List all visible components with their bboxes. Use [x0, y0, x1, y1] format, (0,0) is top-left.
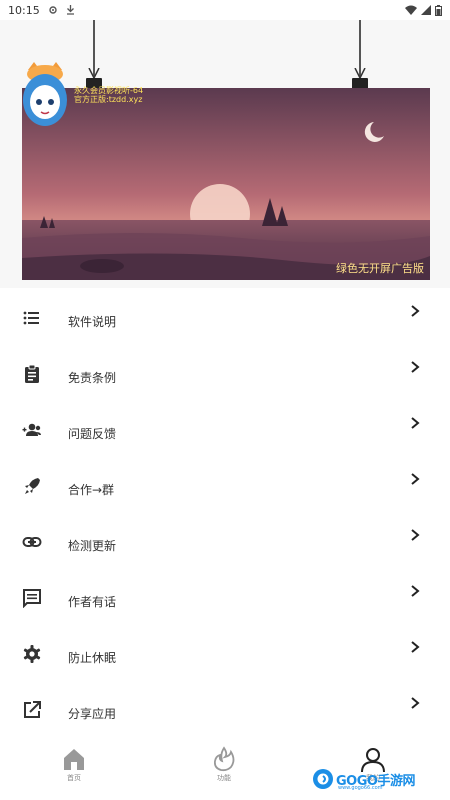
chevron-right-icon	[410, 584, 420, 598]
nav-label: 首页	[67, 774, 81, 782]
battery-icon	[435, 4, 442, 16]
nav-label: 功能	[217, 774, 231, 782]
menu-item-label: 免责条例	[68, 370, 117, 385]
status-time: 10:15	[8, 3, 40, 17]
menu-item-label: 分享应用	[68, 706, 117, 721]
menu-item-label: 作者有话	[68, 594, 117, 609]
menu-item-label: 合作→群	[68, 482, 115, 497]
nav-features[interactable]: 功能	[194, 746, 254, 790]
flame-icon	[211, 746, 237, 772]
nav-home[interactable]: 首页	[44, 746, 104, 790]
chevron-right-icon	[410, 472, 420, 486]
menu-item-label: 检测更新	[68, 538, 117, 553]
sunset-illustration	[22, 88, 430, 280]
chevron-right-icon	[410, 360, 420, 374]
wifi-icon	[405, 5, 417, 15]
mascot-avatar-icon	[20, 60, 70, 132]
menu-item-check-update[interactable]: 检测更新	[0, 514, 450, 570]
chevron-right-icon	[410, 528, 420, 542]
menu-item-author-notes[interactable]: 作者有话	[0, 570, 450, 626]
watermark-url: www.gogo66.com	[338, 785, 383, 791]
chevron-right-icon	[410, 416, 420, 430]
chevron-right-icon	[410, 640, 420, 654]
chevron-right-icon	[410, 304, 420, 318]
menu-item-prevent-sleep[interactable]: 防止休眠	[0, 626, 450, 682]
menu-item-label: 防止休眠	[68, 650, 117, 665]
menu-item-label: 问题反馈	[68, 426, 117, 441]
menu-item-feedback[interactable]: 问题反馈	[0, 402, 450, 458]
mascot-caption: 永久会员影视听-64 官方正版:tzdd.xyz	[74, 86, 143, 104]
site-watermark: GOGO手游网 www.gogo66.com	[312, 768, 432, 792]
banner-poster[interactable]: 绿色无开屏广告版	[22, 88, 430, 280]
settings-menu: 软件说明 免责条例 问题反馈 合作→群 检测更新 作者有话 防止休眠 分享应用	[0, 290, 450, 738]
signal-icon	[421, 5, 431, 15]
menu-item-join-group[interactable]: 合作→群	[0, 458, 450, 514]
share-external-icon	[22, 700, 42, 720]
link-icon	[22, 532, 42, 552]
menu-item-label: 软件说明	[68, 314, 117, 329]
download-status-icon	[66, 5, 75, 15]
clipboard-icon	[22, 364, 42, 384]
mascot-caption-line2: 官方正版:tzdd.xyz	[74, 95, 143, 104]
chevron-right-icon	[410, 696, 420, 710]
status-bar: 10:15	[0, 0, 450, 20]
ad-free-label: 绿色无开屏广告版	[336, 262, 424, 275]
menu-item-disclaimer[interactable]: 免责条例	[0, 346, 450, 402]
mascot-caption-line1: 永久会员影视听-64	[74, 86, 144, 95]
gogo-logo-icon	[313, 769, 333, 789]
gear-icon	[22, 644, 42, 664]
message-icon	[22, 588, 42, 608]
list-icon	[22, 308, 42, 328]
rocket-icon	[22, 476, 42, 496]
home-icon	[61, 746, 87, 772]
menu-item-share-app[interactable]: 分享应用	[0, 682, 450, 738]
menu-item-software-info[interactable]: 软件说明	[0, 290, 450, 346]
settings-status-icon	[48, 5, 58, 15]
people-add-icon	[22, 420, 42, 440]
